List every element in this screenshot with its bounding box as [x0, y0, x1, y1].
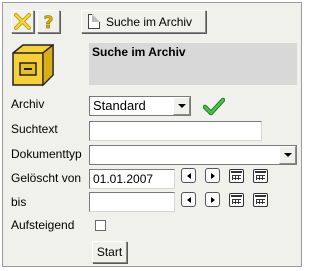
- archive-box-icon: [12, 43, 54, 87]
- archiv-label: Archiv: [11, 97, 45, 111]
- suchtext-input[interactable]: [89, 121, 262, 141]
- calendar-icon[interactable]: [229, 169, 244, 183]
- aufsteigend-checkbox[interactable]: [95, 220, 106, 231]
- bis-input[interactable]: [89, 192, 175, 212]
- search-archive-panel: ? Suche im Archiv Suche im Archiv Archiv…: [2, 2, 302, 267]
- svg-text:?: ?: [44, 13, 54, 32]
- page-title: Suche im Archiv: [92, 45, 186, 59]
- archiv-select-value: Standard: [93, 98, 146, 113]
- arrow-left-icon: [186, 172, 191, 179]
- checkmark-icon[interactable]: [203, 97, 225, 117]
- search-archive-button[interactable]: Suche im Archiv: [81, 10, 206, 33]
- document-icon: [88, 14, 100, 29]
- suchtext-label: Suchtext: [11, 122, 58, 136]
- chevron-down-icon[interactable]: [279, 146, 296, 164]
- next-date-button[interactable]: [205, 192, 220, 207]
- arrow-right-icon: [210, 196, 215, 203]
- arrow-left-icon: [186, 196, 191, 203]
- previous-date-button[interactable]: [181, 192, 196, 207]
- geloescht-von-label: Gelöscht von: [11, 171, 82, 185]
- archiv-select[interactable]: Standard: [89, 96, 191, 116]
- chevron-down-icon[interactable]: [173, 97, 190, 115]
- question-mark-icon: ?: [43, 13, 54, 34]
- next-date-button[interactable]: [205, 168, 220, 183]
- calendar-month-icon[interactable]: [253, 169, 268, 183]
- arrow-right-icon: [210, 172, 215, 179]
- geloescht-von-input[interactable]: 01.01.2007: [89, 169, 175, 189]
- help-button[interactable]: ?: [37, 10, 60, 33]
- dokumenttyp-select[interactable]: [89, 145, 297, 165]
- previous-date-button[interactable]: [181, 168, 196, 183]
- aufsteigend-label: Aufsteigend: [11, 218, 75, 232]
- calendar-icon[interactable]: [229, 193, 244, 207]
- search-archive-button-label: Suche im Archiv: [106, 14, 193, 29]
- calendar-month-icon[interactable]: [253, 193, 268, 207]
- dokumenttyp-label: Dokumenttyp: [11, 147, 82, 161]
- page-title-box: Suche im Archiv: [89, 43, 297, 85]
- close-icon: [14, 13, 31, 30]
- close-button[interactable]: [11, 10, 34, 33]
- toolbar: ? Suche im Archiv: [7, 10, 303, 34]
- bis-label: bis: [11, 195, 27, 209]
- start-button[interactable]: Start: [92, 241, 127, 263]
